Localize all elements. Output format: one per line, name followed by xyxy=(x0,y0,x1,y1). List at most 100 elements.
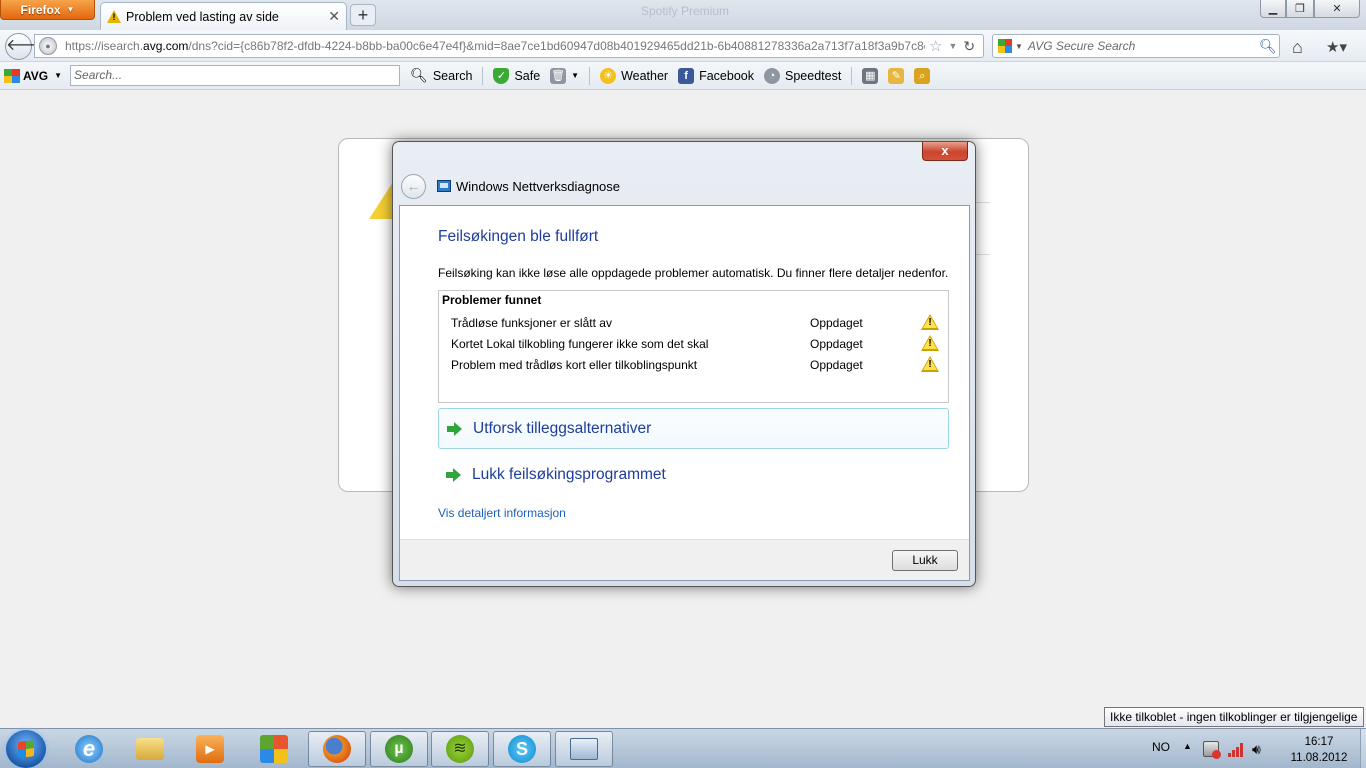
browser-titlebar: Firefox ▼ ! Problem ved lasting av side … xyxy=(0,0,1366,30)
trash-icon: 🗑︎ xyxy=(550,67,567,84)
window-title: Spotify Premium xyxy=(640,4,730,18)
utorrent-icon: µ xyxy=(385,735,413,763)
firefox-menu-button[interactable]: Firefox ▼ xyxy=(0,0,95,20)
error-badge-icon xyxy=(1212,750,1221,759)
shield-icon: ✓ xyxy=(493,67,510,84)
volume-icon[interactable]: 🔊︎ xyxy=(1252,741,1268,757)
media-player-icon: ▶ xyxy=(196,735,224,763)
reload-icon[interactable]: ↻ xyxy=(963,38,975,55)
avg-search-input[interactable]: Search... xyxy=(70,65,401,86)
back-arrow-icon: ← xyxy=(406,178,421,194)
close-button[interactable]: Lukk xyxy=(892,550,958,571)
show-desktop-button[interactable] xyxy=(1360,729,1366,768)
avg-speedtest-label: Speedtest xyxy=(785,68,842,83)
dialog-description: Feilsøking kan ikke løse alle oppdagede … xyxy=(438,266,949,280)
explore-options-link[interactable]: Utforsk tilleggsalternativer xyxy=(438,408,949,449)
problem-row: Trådløse funksjoner er slått av Oppdaget… xyxy=(451,314,941,332)
firefox-menu-label: Firefox xyxy=(20,2,61,17)
language-indicator[interactable]: NO xyxy=(1152,740,1170,754)
network-signal-icon[interactable] xyxy=(1228,741,1244,757)
power-icon[interactable] xyxy=(1203,741,1221,759)
start-button[interactable] xyxy=(6,730,46,768)
problems-list-title: Problemer funnet xyxy=(442,293,542,307)
taskbar-spotify[interactable]: ≋ xyxy=(431,731,489,767)
avg-search-button[interactable]: 🔍︎ Search xyxy=(410,67,472,84)
avg-trash-button[interactable]: 🗑︎ ▼ xyxy=(550,67,580,84)
calculator-icon: ▦ xyxy=(862,67,879,84)
chevron-down-icon: ▼ xyxy=(66,5,75,14)
avg-engine-icon[interactable] xyxy=(998,39,1012,53)
bookmark-star-icon[interactable]: ☆ xyxy=(929,37,942,55)
problem-status: Oppdaget xyxy=(810,316,863,330)
signal-bar xyxy=(1236,747,1239,757)
taskbar-explorer[interactable] xyxy=(121,731,179,767)
windows-logo-icon xyxy=(18,740,34,758)
dialog-title: Windows Nettverksdiagnose xyxy=(456,179,621,194)
url-bar[interactable]: ● https://isearch.avg.com/dns?cid={c86b7… xyxy=(34,34,984,58)
avg-safe-label: Safe xyxy=(514,68,541,83)
tab-title: Problem ved lasting av side xyxy=(126,9,279,24)
home-icon[interactable]: ⌂ xyxy=(1292,37,1303,58)
problems-list: Problemer funnet Trådløse funksjoner er … xyxy=(438,290,949,403)
site-identity-icon[interactable]: ● xyxy=(39,37,57,55)
avg-notepad-button[interactable]: ✎ xyxy=(888,67,905,84)
warning-icon: ! xyxy=(921,314,939,330)
avg-logo-button[interactable]: AVG ▼ xyxy=(4,68,62,83)
show-hidden-icons-icon[interactable]: ▲ xyxy=(1183,741,1192,751)
taskbar-media-player[interactable]: ▶ xyxy=(181,731,239,767)
avg-weather-button[interactable]: ☀ Weather xyxy=(600,67,669,84)
view-details-link[interactable]: Vis detaljert informasjon xyxy=(438,506,566,520)
chevron-down-icon[interactable]: ▼ xyxy=(1015,42,1023,51)
search-placeholder[interactable]: AVG Secure Search xyxy=(1028,39,1259,53)
close-icon: ✕ xyxy=(1332,3,1342,15)
taskbar-utorrent[interactable]: µ xyxy=(370,731,428,767)
new-tab-button[interactable]: + xyxy=(350,4,376,26)
taskbar-internet-explorer[interactable]: e xyxy=(60,731,118,767)
restore-icon: ❐ xyxy=(1295,3,1305,15)
minimize-button[interactable]: ▁ xyxy=(1260,0,1286,18)
maximize-button[interactable]: ❐ xyxy=(1286,0,1314,18)
taskbar-network-diagnostics[interactable] xyxy=(555,731,613,767)
avg-calculator-button[interactable]: ▦ xyxy=(862,67,879,84)
firefox-icon xyxy=(323,735,351,763)
toolbar-divider xyxy=(589,66,591,85)
avg-facebook-button[interactable]: f Facebook xyxy=(678,67,754,84)
dialog-footer: Lukk xyxy=(400,539,969,580)
avg-logo-text: AVG xyxy=(23,68,49,83)
avg-speedtest-button[interactable]: ◔ Speedtest xyxy=(764,67,842,84)
avg-weather-label: Weather xyxy=(621,68,669,83)
url-text[interactable]: https://isearch.avg.com/dns?cid={c86b78f… xyxy=(65,39,925,53)
url-domain: avg.com xyxy=(143,39,189,53)
tab-current[interactable]: ! Problem ved lasting av side ✕ xyxy=(100,2,347,30)
taskbar-control-panel[interactable] xyxy=(245,731,303,767)
spotify-icon: ≋ xyxy=(446,735,474,763)
avg-search-tool-button[interactable]: ⌕ xyxy=(914,67,931,84)
history-dropdown-icon[interactable]: ▼ xyxy=(948,41,957,51)
url-path: /dns?cid={c86b78f2-dfdb-4224-b8bb-ba00c6… xyxy=(188,39,925,53)
avg-safe-button[interactable]: ✓ Safe xyxy=(493,67,541,84)
avg-facebook-label: Facebook xyxy=(699,68,754,83)
close-window-button[interactable]: ✕ xyxy=(1314,0,1360,18)
search-bar[interactable]: ▼ AVG Secure Search 🔍︎ xyxy=(992,34,1280,58)
clock[interactable]: 16:17 11.08.2012 xyxy=(1283,734,1355,766)
magnifier-icon: ⌕ xyxy=(914,67,931,84)
problem-name: Kortet Lokal tilkobling fungerer ikke so… xyxy=(451,337,709,351)
close-troubleshooter-link[interactable]: Lukk feilsøkingsprogrammet xyxy=(438,454,949,495)
taskbar-skype[interactable]: S xyxy=(493,731,551,767)
bookmarks-menu-icon[interactable]: ★▾ xyxy=(1326,38,1347,56)
clock-time: 16:17 xyxy=(1304,736,1334,748)
tab-close-icon[interactable]: ✕ xyxy=(328,8,340,25)
dialog-back-button[interactable]: ← xyxy=(401,174,426,199)
dialog-body: Feilsøkingen ble fullført Feilsøking kan… xyxy=(399,205,970,581)
signal-bar xyxy=(1232,750,1235,757)
search-icon: 🔍︎ xyxy=(410,67,428,83)
green-arrow-icon xyxy=(446,467,462,483)
taskbar-firefox[interactable] xyxy=(308,731,366,767)
back-button[interactable]: 🡐 xyxy=(5,33,49,60)
search-icon[interactable]: 🔍︎ xyxy=(1259,38,1279,55)
chevron-down-icon: ▼ xyxy=(571,71,580,80)
dialog-close-button[interactable]: x xyxy=(922,142,968,161)
avg-search-label: Search xyxy=(432,68,473,83)
network-diagnostics-dialog: x ← Windows Nettverksdiagnose Feilsøking… xyxy=(392,141,976,587)
avg-toolbar: AVG ▼ Search... 🔍︎ Search ✓ Safe 🗑︎ ▼ ☀ … xyxy=(0,62,1366,90)
